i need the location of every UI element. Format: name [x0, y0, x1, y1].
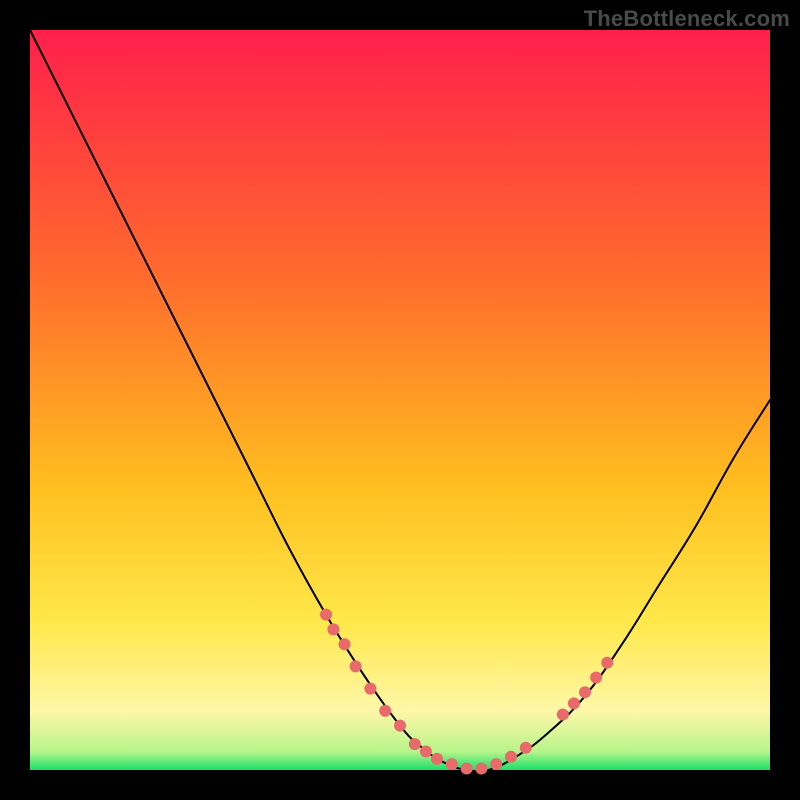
highlight-dot [394, 720, 406, 732]
chart-overlay [30, 30, 770, 770]
plot-gradient-area [30, 30, 770, 770]
highlight-dot [339, 638, 351, 650]
highlight-dot [505, 751, 517, 763]
highlight-dot [327, 623, 339, 635]
highlight-dot [475, 763, 487, 775]
highlight-dot [490, 758, 502, 770]
highlight-markers [320, 609, 613, 775]
highlight-dot [446, 758, 458, 770]
watermark-text: TheBottleneck.com [584, 6, 790, 32]
highlight-dot [420, 746, 432, 758]
highlight-dot [601, 657, 613, 669]
highlight-dot [364, 683, 376, 695]
chart-frame: TheBottleneck.com [0, 0, 800, 800]
highlight-dot [557, 709, 569, 721]
highlight-dot [461, 763, 473, 775]
highlight-dot [520, 742, 532, 754]
highlight-dot [409, 738, 421, 750]
highlight-dot [590, 672, 602, 684]
highlight-dot [350, 660, 362, 672]
bottleneck-curve [30, 30, 770, 772]
highlight-dot [579, 686, 591, 698]
highlight-dot [320, 609, 332, 621]
highlight-dot [379, 705, 391, 717]
highlight-dot [568, 697, 580, 709]
highlight-dot [431, 753, 443, 765]
